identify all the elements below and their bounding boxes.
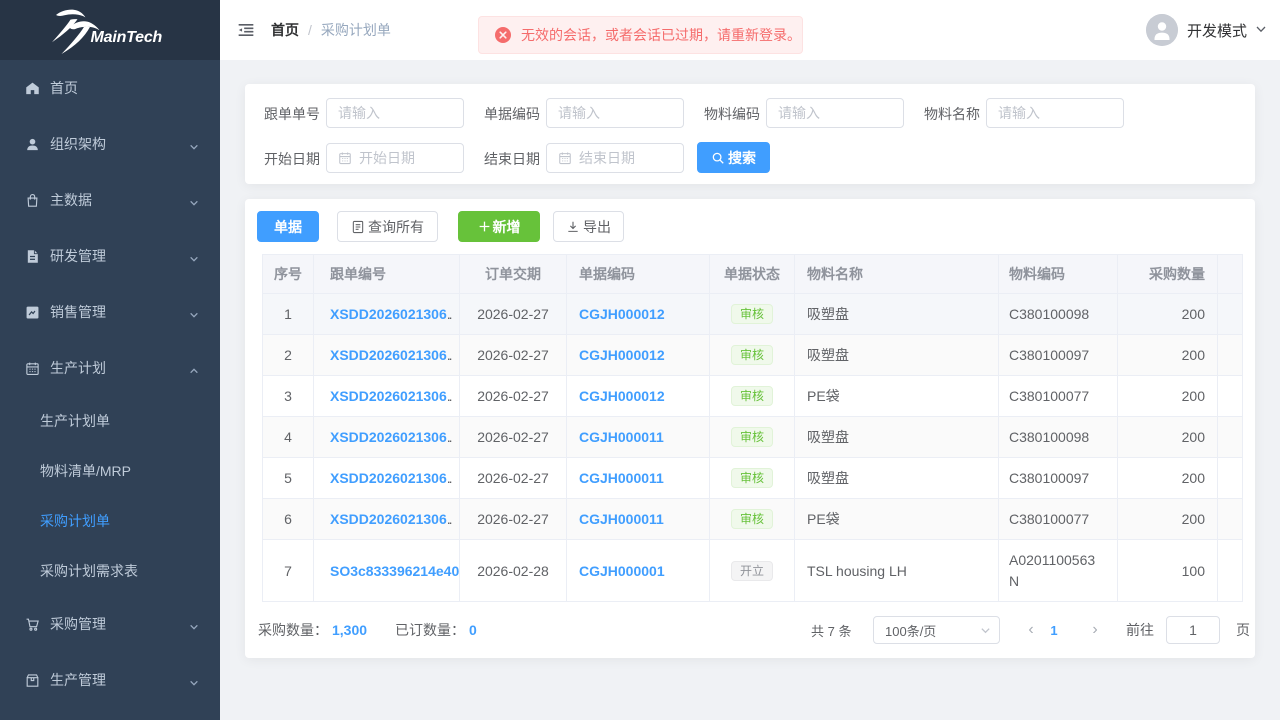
- svg-text:MainTech: MainTech: [91, 29, 163, 46]
